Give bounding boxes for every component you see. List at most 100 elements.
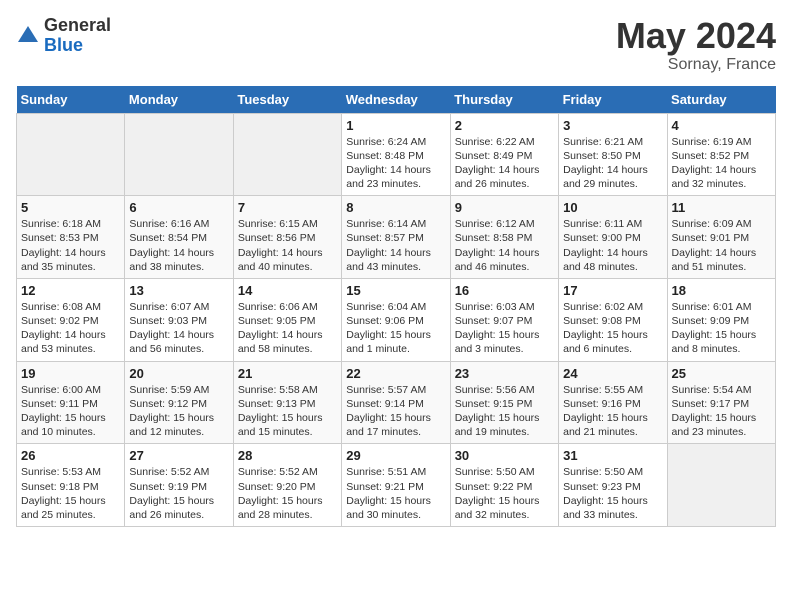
- day-number: 9: [455, 200, 554, 215]
- logo-icon: [16, 24, 40, 48]
- logo-general-text: General: [44, 16, 111, 36]
- calendar-cell: 11 Sunrise: 6:09 AM Sunset: 9:01 PM Dayli…: [667, 196, 775, 279]
- title-block: May 2024 Sornay, France: [616, 16, 776, 74]
- day-number: 4: [672, 118, 771, 133]
- calendar-cell: 14 Sunrise: 6:06 AM Sunset: 9:05 PM Dayli…: [233, 278, 341, 361]
- calendar-cell: 9Sunrise: 6:12 AM Sunset: 8:58 PM Daylig…: [450, 196, 558, 279]
- cell-info: Sunrise: 5:50 AM Sunset: 9:23 PM Dayligh…: [563, 465, 662, 522]
- cell-info: Sunrise: 5:56 AM Sunset: 9:15 PM Dayligh…: [455, 383, 554, 440]
- cell-info: Sunrise: 6:16 AM Sunset: 8:54 PM Dayligh…: [129, 217, 228, 274]
- day-number: 18: [672, 283, 771, 298]
- cell-info: Sunrise: 6:04 AM Sunset: 9:06 PM Dayligh…: [346, 300, 445, 357]
- calendar-cell: 7Sunrise: 6:15 AM Sunset: 8:56 PM Daylig…: [233, 196, 341, 279]
- cell-info: Sunrise: 6:06 AM Sunset: 9:05 PM Dayligh…: [238, 300, 337, 357]
- weekday-header: Sunday: [17, 86, 125, 114]
- day-number: 2: [455, 118, 554, 133]
- calendar-cell: 3Sunrise: 6:21 AM Sunset: 8:50 PM Daylig…: [559, 113, 667, 196]
- calendar-cell: 4 Sunrise: 6:19 AM Sunset: 8:52 PM Daylig…: [667, 113, 775, 196]
- calendar-cell: 1Sunrise: 6:24 AM Sunset: 8:48 PM Daylig…: [342, 113, 450, 196]
- page-header: General Blue May 2024 Sornay, France: [16, 16, 776, 74]
- calendar-cell: 30Sunrise: 5:50 AM Sunset: 9:22 PM Dayli…: [450, 444, 558, 527]
- logo-blue-text: Blue: [44, 36, 111, 56]
- cell-info: Sunrise: 5:53 AM Sunset: 9:18 PM Dayligh…: [21, 465, 120, 522]
- calendar-cell: 15 Sunrise: 6:04 AM Sunset: 9:06 PM Dayli…: [342, 278, 450, 361]
- cell-info: Sunrise: 6:01 AM Sunset: 9:09 PM Dayligh…: [672, 300, 771, 357]
- calendar-cell: 16 Sunrise: 6:03 AM Sunset: 9:07 PM Dayli…: [450, 278, 558, 361]
- weekday-header: Saturday: [667, 86, 775, 114]
- calendar-cell: 6 Sunrise: 6:16 AM Sunset: 8:54 PM Daylig…: [125, 196, 233, 279]
- calendar-title: May 2024: [616, 16, 776, 56]
- cell-info: Sunrise: 5:52 AM Sunset: 9:19 PM Dayligh…: [129, 465, 228, 522]
- weekday-header: Friday: [559, 86, 667, 114]
- day-number: 27: [129, 448, 228, 463]
- cell-info: Sunrise: 6:14 AM Sunset: 8:57 PM Dayligh…: [346, 217, 445, 274]
- weekday-header: Wednesday: [342, 86, 450, 114]
- calendar-cell: [125, 113, 233, 196]
- day-number: 24: [563, 366, 662, 381]
- day-number: 29: [346, 448, 445, 463]
- calendar-week-row: 12Sunrise: 6:08 AM Sunset: 9:02 PM Dayli…: [17, 278, 776, 361]
- cell-info: Sunrise: 5:50 AM Sunset: 9:22 PM Dayligh…: [455, 465, 554, 522]
- calendar-cell: 12Sunrise: 6:08 AM Sunset: 9:02 PM Dayli…: [17, 278, 125, 361]
- day-number: 11: [672, 200, 771, 215]
- calendar-cell: 22Sunrise: 5:57 AM Sunset: 9:14 PM Dayli…: [342, 361, 450, 444]
- calendar-cell: [17, 113, 125, 196]
- day-number: 17: [563, 283, 662, 298]
- calendar-table: SundayMondayTuesdayWednesdayThursdayFrid…: [16, 86, 776, 527]
- day-number: 5: [21, 200, 120, 215]
- calendar-cell: 29 Sunrise: 5:51 AM Sunset: 9:21 PM Dayli…: [342, 444, 450, 527]
- calendar-week-row: 5 Sunrise: 6:18 AM Sunset: 8:53 PM Daylig…: [17, 196, 776, 279]
- calendar-cell: 10Sunrise: 6:11 AM Sunset: 9:00 PM Dayli…: [559, 196, 667, 279]
- day-number: 28: [238, 448, 337, 463]
- day-number: 8: [346, 200, 445, 215]
- calendar-cell: 24 Sunrise: 5:55 AM Sunset: 9:16 PM Dayli…: [559, 361, 667, 444]
- calendar-cell: 18 Sunrise: 6:01 AM Sunset: 9:09 PM Dayli…: [667, 278, 775, 361]
- day-number: 14: [238, 283, 337, 298]
- cell-info: Sunrise: 6:11 AM Sunset: 9:00 PM Dayligh…: [563, 217, 662, 274]
- cell-info: Sunrise: 5:58 AM Sunset: 9:13 PM Dayligh…: [238, 383, 337, 440]
- day-number: 16: [455, 283, 554, 298]
- calendar-cell: 25Sunrise: 5:54 AM Sunset: 9:17 PM Dayli…: [667, 361, 775, 444]
- cell-info: Sunrise: 6:18 AM Sunset: 8:53 PM Dayligh…: [21, 217, 120, 274]
- weekday-header: Monday: [125, 86, 233, 114]
- cell-info: Sunrise: 6:00 AM Sunset: 9:11 PM Dayligh…: [21, 383, 120, 440]
- calendar-cell: 5 Sunrise: 6:18 AM Sunset: 8:53 PM Daylig…: [17, 196, 125, 279]
- weekday-header: Thursday: [450, 86, 558, 114]
- day-number: 3: [563, 118, 662, 133]
- cell-info: Sunrise: 5:51 AM Sunset: 9:21 PM Dayligh…: [346, 465, 445, 522]
- calendar-cell: 17 Sunrise: 6:02 AM Sunset: 9:08 PM Dayli…: [559, 278, 667, 361]
- calendar-week-row: 1Sunrise: 6:24 AM Sunset: 8:48 PM Daylig…: [17, 113, 776, 196]
- day-number: 13: [129, 283, 228, 298]
- day-number: 19: [21, 366, 120, 381]
- calendar-cell: 8 Sunrise: 6:14 AM Sunset: 8:57 PM Daylig…: [342, 196, 450, 279]
- cell-info: Sunrise: 6:22 AM Sunset: 8:49 PM Dayligh…: [455, 135, 554, 192]
- cell-info: Sunrise: 5:52 AM Sunset: 9:20 PM Dayligh…: [238, 465, 337, 522]
- day-number: 23: [455, 366, 554, 381]
- calendar-cell: [667, 444, 775, 527]
- day-number: 6: [129, 200, 228, 215]
- cell-info: Sunrise: 6:24 AM Sunset: 8:48 PM Dayligh…: [346, 135, 445, 192]
- calendar-cell: 21 Sunrise: 5:58 AM Sunset: 9:13 PM Dayli…: [233, 361, 341, 444]
- calendar-cell: 23 Sunrise: 5:56 AM Sunset: 9:15 PM Dayli…: [450, 361, 558, 444]
- cell-info: Sunrise: 6:09 AM Sunset: 9:01 PM Dayligh…: [672, 217, 771, 274]
- weekday-header-row: SundayMondayTuesdayWednesdayThursdayFrid…: [17, 86, 776, 114]
- calendar-cell: 27 Sunrise: 5:52 AM Sunset: 9:19 PM Dayli…: [125, 444, 233, 527]
- cell-info: Sunrise: 6:15 AM Sunset: 8:56 PM Dayligh…: [238, 217, 337, 274]
- cell-info: Sunrise: 6:08 AM Sunset: 9:02 PM Dayligh…: [21, 300, 120, 357]
- cell-info: Sunrise: 6:02 AM Sunset: 9:08 PM Dayligh…: [563, 300, 662, 357]
- day-number: 31: [563, 448, 662, 463]
- cell-info: Sunrise: 6:03 AM Sunset: 9:07 PM Dayligh…: [455, 300, 554, 357]
- cell-info: Sunrise: 5:55 AM Sunset: 9:16 PM Dayligh…: [563, 383, 662, 440]
- calendar-subtitle: Sornay, France: [616, 56, 776, 74]
- logo: General Blue: [16, 16, 111, 56]
- calendar-cell: [233, 113, 341, 196]
- cell-info: Sunrise: 6:19 AM Sunset: 8:52 PM Dayligh…: [672, 135, 771, 192]
- day-number: 15: [346, 283, 445, 298]
- calendar-cell: 19 Sunrise: 6:00 AM Sunset: 9:11 PM Dayli…: [17, 361, 125, 444]
- day-number: 25: [672, 366, 771, 381]
- weekday-header: Tuesday: [233, 86, 341, 114]
- day-number: 21: [238, 366, 337, 381]
- calendar-cell: 28 Sunrise: 5:52 AM Sunset: 9:20 PM Dayli…: [233, 444, 341, 527]
- calendar-cell: 20Sunrise: 5:59 AM Sunset: 9:12 PM Dayli…: [125, 361, 233, 444]
- calendar-cell: 31 Sunrise: 5:50 AM Sunset: 9:23 PM Dayli…: [559, 444, 667, 527]
